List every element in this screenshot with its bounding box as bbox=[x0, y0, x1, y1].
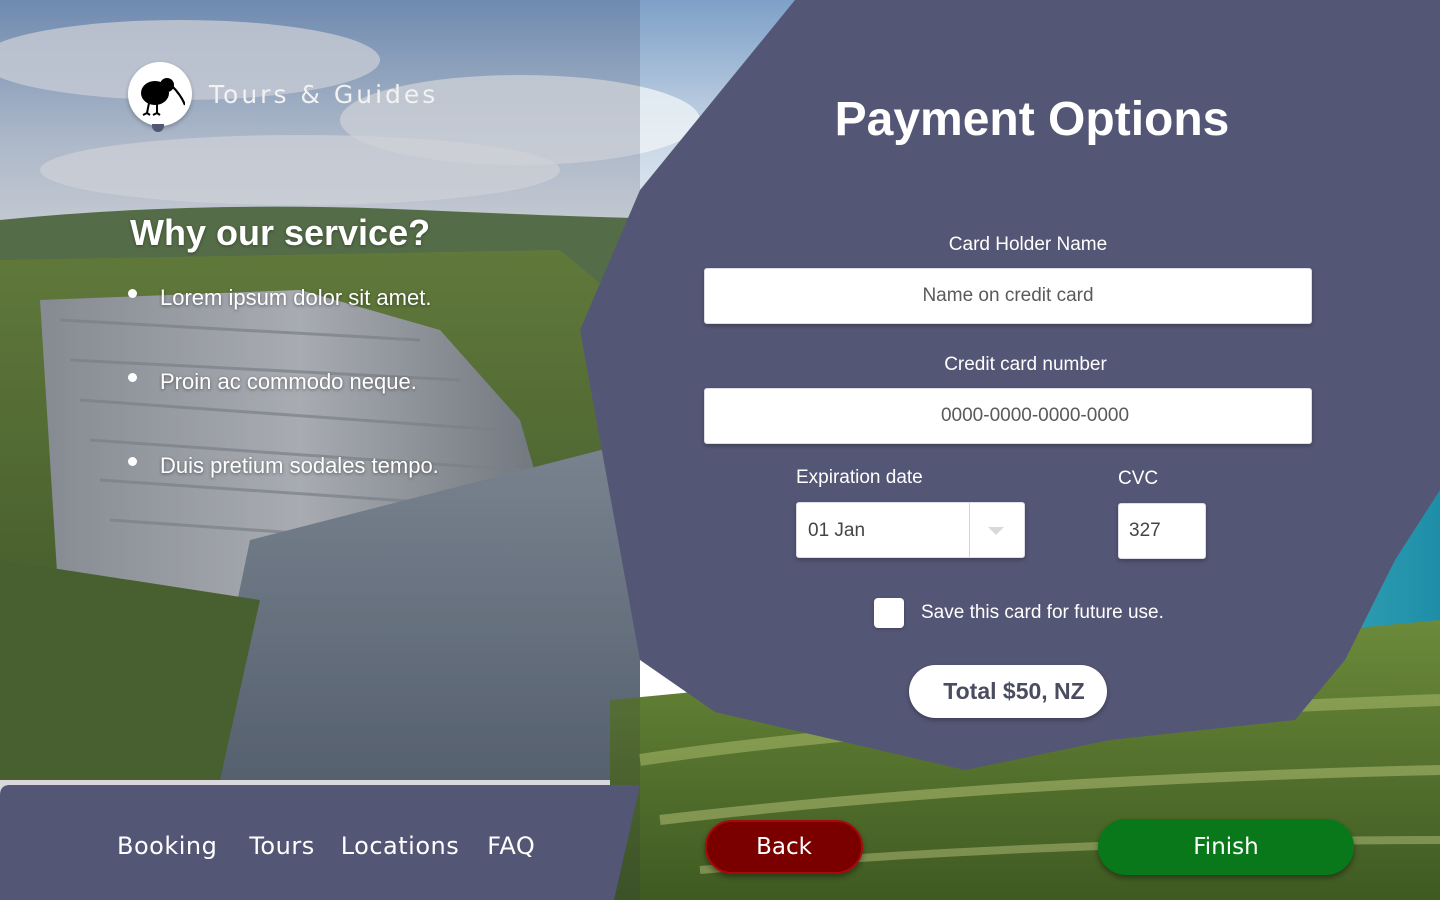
cvc-label: CVC bbox=[1118, 468, 1159, 489]
cvc-input[interactable] bbox=[1118, 503, 1206, 559]
expiration-label: Expiration date bbox=[796, 467, 923, 488]
bottom-nav: Booking Tours Locations FAQ bbox=[117, 832, 567, 860]
card-number-label: Credit card number bbox=[944, 354, 1107, 375]
kiwi-bird-icon bbox=[141, 78, 185, 116]
nav-item-faq[interactable]: FAQ bbox=[487, 832, 535, 860]
bullet-icon bbox=[128, 373, 137, 382]
list-item: Lorem ipsum dolor sit amet. bbox=[124, 280, 439, 364]
brand-name: Tours & Guides bbox=[209, 79, 439, 109]
bullet-icon bbox=[128, 457, 137, 466]
list-item: Duis pretium sodales tempo. bbox=[124, 448, 439, 532]
nav-item-booking[interactable]: Booking bbox=[117, 832, 217, 860]
logo[interactable] bbox=[128, 62, 192, 132]
list-item: Proin ac commodo neque. bbox=[124, 364, 439, 448]
brand[interactable]: Tours & Guides bbox=[128, 62, 439, 132]
nav-item-locations[interactable]: Locations bbox=[341, 832, 460, 860]
save-card-row: Save this card for future use. bbox=[874, 598, 1164, 628]
card-holder-label: Card Holder Name bbox=[948, 234, 1108, 255]
save-card-label[interactable]: Save this card for future use. bbox=[921, 602, 1164, 624]
card-number-input[interactable] bbox=[704, 388, 1312, 444]
expiration-value: 01 Jan bbox=[808, 520, 866, 541]
list-item-text: Lorem ipsum dolor sit amet. bbox=[160, 285, 432, 310]
bullet-icon bbox=[128, 289, 137, 298]
back-button[interactable]: Back bbox=[705, 820, 863, 874]
expiration-select[interactable]: 01 Jan bbox=[796, 502, 1025, 558]
finish-button[interactable]: Finish bbox=[1098, 819, 1354, 875]
save-card-checkbox[interactable] bbox=[874, 598, 904, 628]
card-holder-input[interactable] bbox=[704, 268, 1312, 324]
chevron-down-icon[interactable] bbox=[988, 527, 1004, 535]
why-title: Why our service? bbox=[130, 212, 431, 253]
benefits-list: Lorem ipsum dolor sit amet. Proin ac com… bbox=[124, 280, 439, 532]
list-item-text: Proin ac commodo neque. bbox=[160, 369, 417, 394]
page-title: Payment Options bbox=[834, 93, 1230, 146]
nav-item-tours[interactable]: Tours bbox=[249, 832, 314, 860]
select-divider bbox=[969, 503, 970, 557]
total-badge: Total $50, NZ bbox=[909, 665, 1107, 718]
list-item-text: Duis pretium sodales tempo. bbox=[160, 453, 439, 478]
